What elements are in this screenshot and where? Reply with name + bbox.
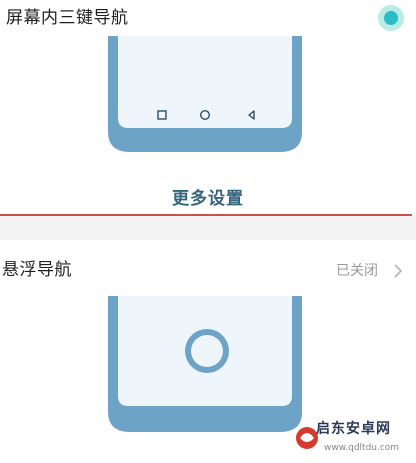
chevron-right-icon [394,264,403,278]
watermark-text: 启东安卓网 [316,421,391,437]
watermark-url: www.qdltdu.com [324,443,400,453]
three-key-nav-title: 屏幕内三键导航 [6,8,129,28]
three-key-nav-radio[interactable] [378,5,404,31]
floating-nav-title: 悬浮导航 [2,260,72,280]
three-key-nav-phone-illustration [108,36,302,152]
more-settings-link[interactable]: 更多设置 [160,186,256,212]
floating-nav-status: 已关闭 [336,263,378,279]
radio-selected-dot-icon [384,11,398,25]
section-gap [0,216,416,240]
floating-nav-phone-illustration [108,296,302,432]
